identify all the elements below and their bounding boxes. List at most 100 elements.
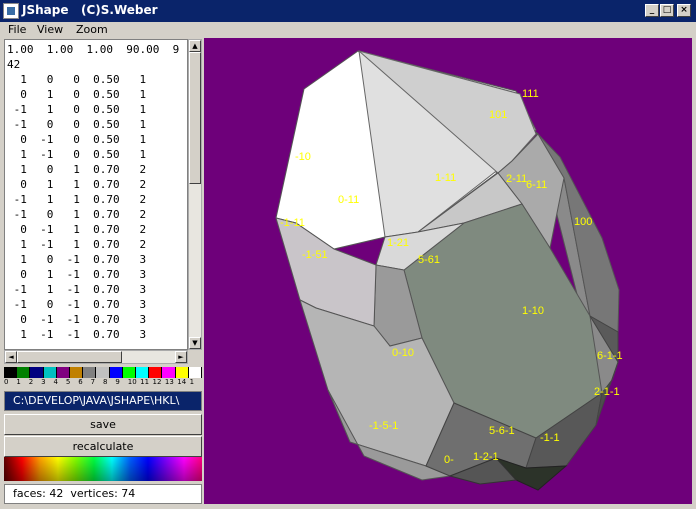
scroll-down-icon[interactable]: ▼ xyxy=(189,337,201,349)
vertical-scrollbar[interactable]: ▲ ▼ xyxy=(188,39,202,350)
face-label: 6-1-1 xyxy=(597,350,623,362)
face-label: 101 xyxy=(489,109,507,121)
menu-bar: File View Zoom xyxy=(0,22,696,38)
palette-swatch[interactable] xyxy=(175,367,189,378)
palette-number: 13 xyxy=(164,378,174,386)
close-button[interactable]: × xyxy=(677,4,691,17)
window-title: JShape (C)S.Weber xyxy=(22,3,158,17)
face-label: -1-5-1 xyxy=(369,420,398,432)
palette-swatch[interactable] xyxy=(136,367,150,378)
scroll-thumb[interactable] xyxy=(189,52,201,184)
palette-number: 11 xyxy=(140,378,150,386)
palette-number: 14 xyxy=(177,378,187,386)
face-label: 5-61 xyxy=(418,254,440,266)
palette-swatch[interactable] xyxy=(17,367,31,378)
palette-swatch[interactable] xyxy=(70,367,84,378)
editor-line: -1 0 1 0.70 2 xyxy=(7,208,147,221)
editor-line: 1 -1 0 0.50 1 xyxy=(7,148,147,161)
app-icon xyxy=(3,3,19,19)
palette-swatch[interactable] xyxy=(83,367,97,378)
editor-line: 1 -1 -1 0.70 3 xyxy=(7,328,147,341)
editor-line: 0 1 -1 0.70 3 xyxy=(7,268,147,281)
palette-swatch[interactable] xyxy=(30,367,44,378)
hkl-text-editor[interactable]: 1.00 1.00 1.00 90.00 9 42 1 0 0 0.50 1 0 … xyxy=(4,39,188,350)
editor-line: 1 0 1 0.70 2 xyxy=(7,163,147,176)
editor-line: 42 xyxy=(7,58,21,71)
editor-line: -1 0 0 0.50 1 xyxy=(7,118,147,131)
face-label: 1-10 xyxy=(522,305,544,317)
palette-swatch[interactable] xyxy=(109,367,123,378)
face-label: -1-1 xyxy=(540,432,560,444)
editor-line: 0 -1 -1 0.70 3 xyxy=(7,313,147,326)
face-label: 5-6-1 xyxy=(489,425,515,437)
maximize-button[interactable]: □ xyxy=(660,4,674,17)
face-label: 2-1-1 xyxy=(594,386,620,398)
face-label: -1-11 xyxy=(280,217,305,229)
scroll-corner xyxy=(188,350,202,364)
palette-number: 6 xyxy=(78,378,83,386)
palette-swatch[interactable] xyxy=(122,367,137,378)
palette-numbers: 0 1 2 3 4 5 6 7 8 9 10 11 12 13 14 1 xyxy=(4,378,202,388)
palette-swatch[interactable] xyxy=(162,367,176,378)
palette-number: 12 xyxy=(152,378,162,386)
face-label: 6-11 xyxy=(526,179,547,191)
editor-line: 0 -1 1 0.70 2 xyxy=(7,223,147,236)
editor-line: 0 1 1 0.70 2 xyxy=(7,178,147,191)
horizontal-scrollbar[interactable]: ◄ ► xyxy=(4,350,188,364)
palette-swatch[interactable] xyxy=(188,367,203,378)
palette-swatch[interactable] xyxy=(4,367,18,378)
palette-number: 8 xyxy=(103,378,108,386)
editor-line: 1.00 1.00 1.00 90.00 9 xyxy=(7,43,180,56)
palette-number: 9 xyxy=(115,378,120,386)
face-label: 0- xyxy=(444,454,454,466)
face-label: 111 xyxy=(522,88,539,100)
scroll-right-icon[interactable]: ► xyxy=(175,351,187,363)
face-label: 0-10 xyxy=(392,347,414,359)
minimize-button[interactable]: _ xyxy=(645,4,659,17)
hscroll-thumb[interactable] xyxy=(17,351,122,363)
editor-line: 0 1 0 0.50 1 xyxy=(7,88,147,101)
palette-swatch[interactable] xyxy=(96,367,110,378)
scroll-left-icon[interactable]: ◄ xyxy=(5,351,17,363)
palette-swatch[interactable] xyxy=(43,367,57,378)
face-label: 1-2-1 xyxy=(473,451,499,463)
palette-number: 1 xyxy=(16,378,21,386)
color-palette[interactable] xyxy=(4,367,203,378)
color-spectrum[interactable] xyxy=(4,457,202,481)
palette-number: 7 xyxy=(90,378,96,386)
face-label: 1-21 xyxy=(387,237,409,249)
scroll-up-icon[interactable]: ▲ xyxy=(189,40,201,52)
editor-line: 1 -1 1 0.70 2 xyxy=(7,238,147,251)
palette-swatch[interactable] xyxy=(56,367,71,378)
menu-file[interactable]: File xyxy=(8,23,26,36)
menu-zoom[interactable]: Zoom xyxy=(76,23,108,36)
palette-number: 3 xyxy=(41,378,46,386)
face-label: 100 xyxy=(574,216,592,228)
face-label: 2-11 xyxy=(506,173,527,185)
menu-view[interactable]: View xyxy=(37,23,63,36)
save-button[interactable]: save xyxy=(4,414,202,435)
recalculate-button[interactable]: recalculate xyxy=(4,436,202,457)
palette-swatch[interactable] xyxy=(149,367,163,378)
palette-number: 4 xyxy=(53,378,58,386)
left-panel: 1.00 1.00 1.00 90.00 9 42 1 0 0 0.50 1 0 … xyxy=(0,38,204,509)
face-label: 0-11 xyxy=(338,194,359,206)
palette-number: 2 xyxy=(28,378,34,386)
editor-line: -1 1 0 0.50 1 xyxy=(7,103,147,116)
face-label: -10 xyxy=(295,151,311,163)
editor-line: -1 1 1 0.70 2 xyxy=(7,193,147,206)
palette-number: 0 xyxy=(4,378,9,386)
editor-line: 1 0 -1 0.70 3 xyxy=(7,253,147,266)
editor-line: -1 0 -1 0.70 3 xyxy=(7,298,147,311)
palette-number: 1 xyxy=(189,378,195,386)
path-field[interactable]: C:\DEVELOP\JAVA\JSHAPE\HKL\ xyxy=(4,391,202,411)
face-label: -1-51 xyxy=(302,249,328,261)
crystal-canvas[interactable]: 111 101 -10 1-11 0-11 2-11 6-11 100 -1-1… xyxy=(204,38,692,504)
editor-line: 0 -1 0 0.50 1 xyxy=(7,133,147,146)
crystal-shape: 111 101 -10 1-11 0-11 2-11 6-11 100 -1-1… xyxy=(275,50,623,491)
editor-line: -1 1 -1 0.70 3 xyxy=(7,283,147,296)
palette-number: 10 xyxy=(127,378,137,386)
title-bar: JShape (C)S.Weber _ □ × xyxy=(0,0,696,22)
editor-line: 1 0 0 0.50 1 xyxy=(7,73,147,86)
palette-number: 5 xyxy=(65,378,71,386)
